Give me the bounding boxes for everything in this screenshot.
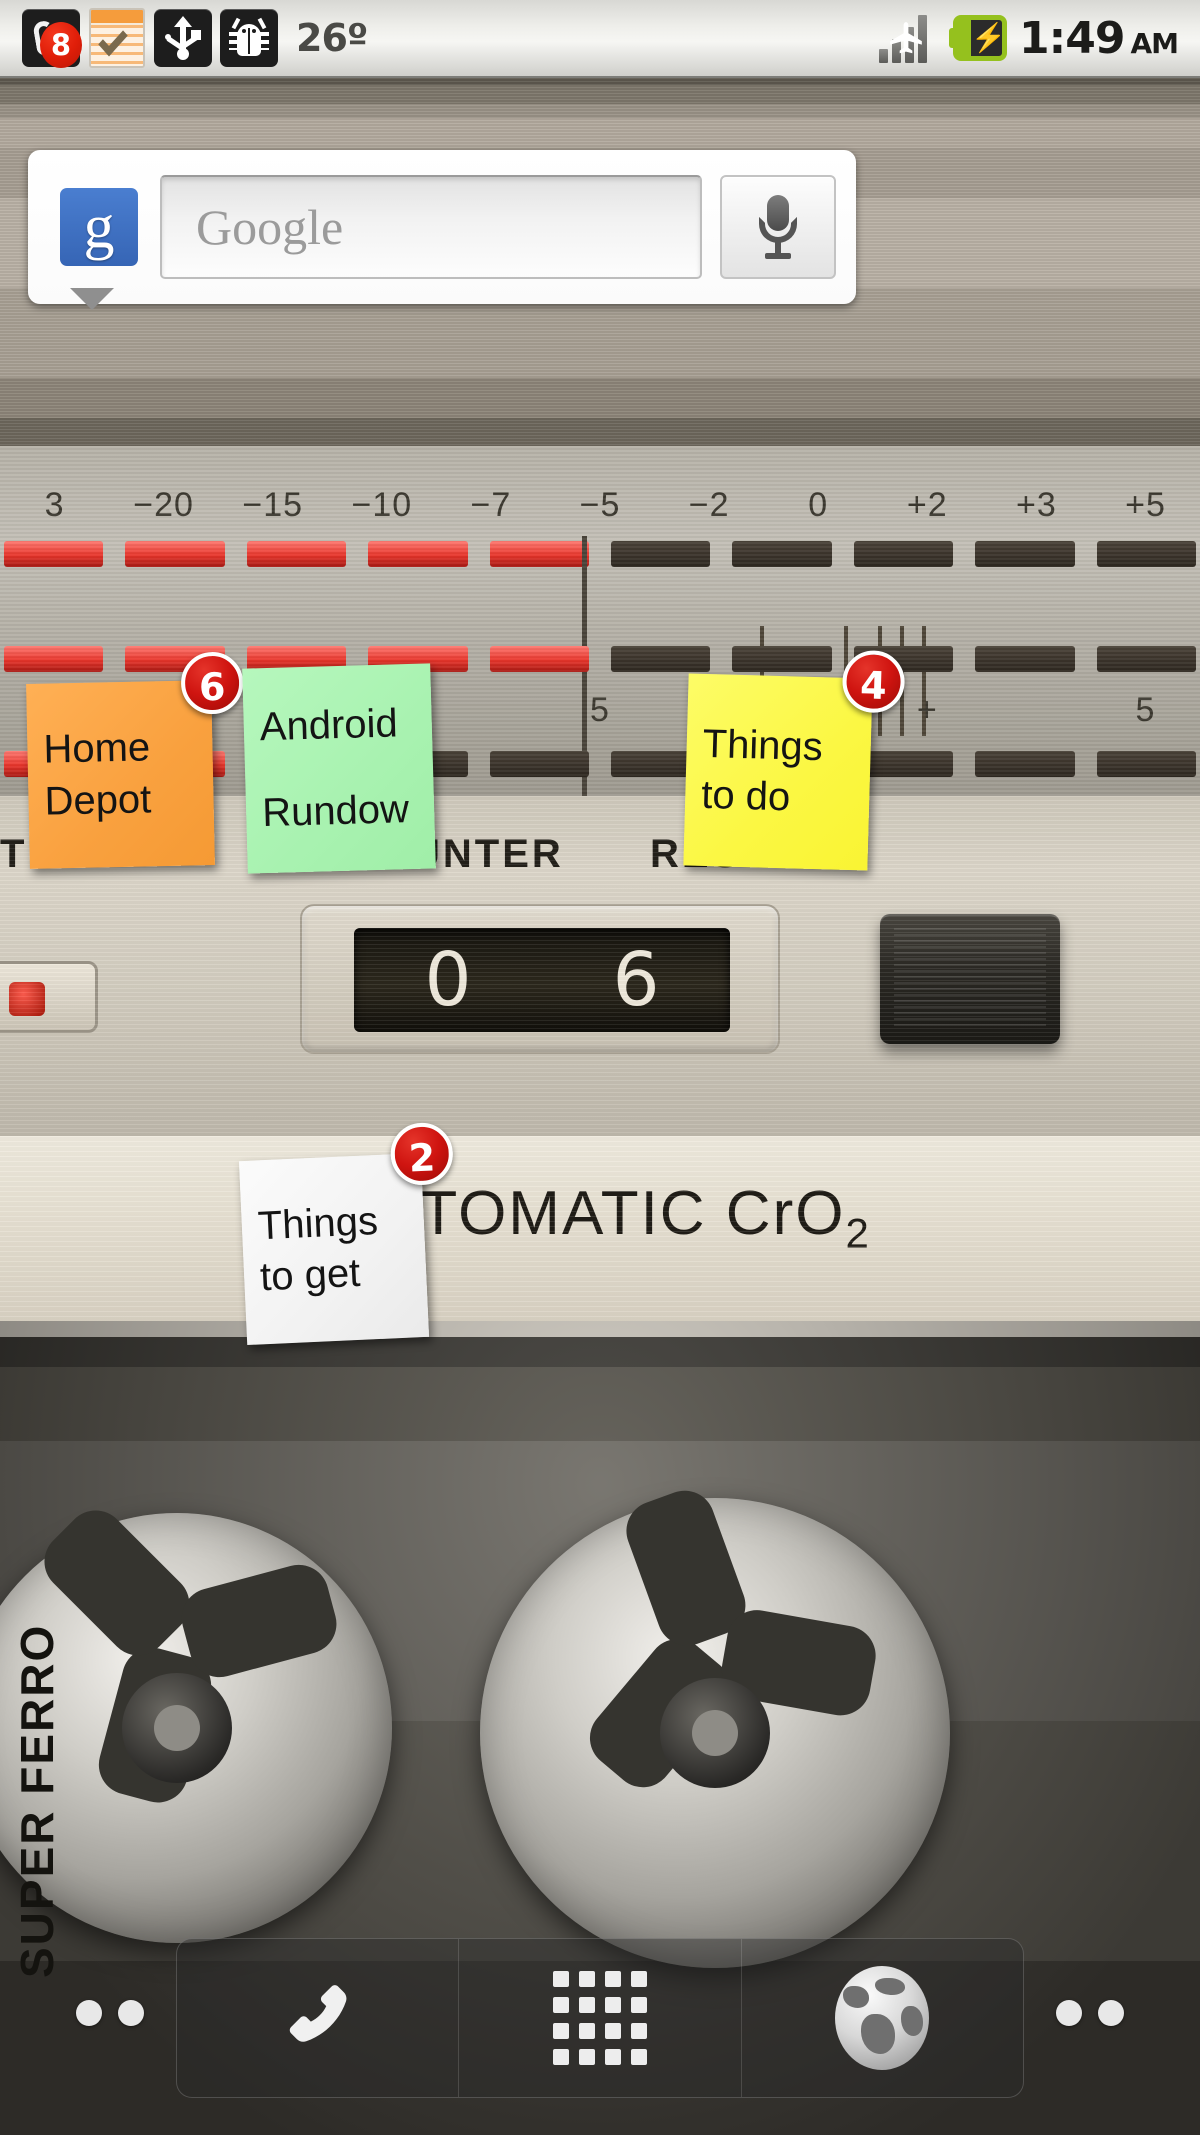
browser-globe-icon — [835, 1966, 930, 2070]
vu-tick: −2 — [688, 486, 730, 524]
home-screen-dock — [176, 1938, 1024, 2098]
counter-digit: 0 — [424, 937, 472, 1023]
vu-tick — [436, 691, 545, 730]
note-line: to do — [700, 772, 791, 820]
vu-tick: −5 — [579, 486, 621, 524]
vu-tick: +2 — [906, 486, 948, 524]
sticky-note-things-to-do[interactable]: Things to do 4 — [683, 649, 906, 871]
search-input[interactable]: Google — [160, 175, 702, 279]
dock-item-phone[interactable] — [177, 1939, 460, 2097]
sticky-note-home-depot[interactable]: Home Depot 6 — [26, 651, 244, 869]
tape-counter-window: 0 6 — [354, 928, 730, 1032]
voice-search-button[interactable] — [720, 175, 836, 279]
notification-count-badge: 8 — [40, 22, 82, 68]
note-line: Things — [702, 721, 824, 770]
vu-tick: −10 — [351, 486, 413, 524]
reset-button-graphic — [880, 914, 1060, 1044]
sticky-note-android-rundown[interactable]: Android Rundow — [242, 663, 436, 874]
note-line: Things — [256, 1198, 379, 1249]
airplane-signal-icon — [875, 9, 937, 67]
note-line: Home — [43, 725, 151, 772]
vu-tick: −15 — [242, 486, 304, 524]
status-bar[interactable]: 8 26º ⚡ 1:49 AM — [0, 0, 1200, 78]
vu-tick: 5 — [1135, 691, 1156, 729]
usb-icon[interactable] — [154, 9, 212, 67]
phone-icon — [275, 1975, 361, 2061]
tape-counter: 0 6 — [300, 904, 780, 1054]
vu-tick: 0 — [808, 486, 829, 524]
clock-ampm: AM — [1130, 26, 1179, 60]
note-line: Android — [259, 701, 399, 750]
vu-led-row — [0, 646, 1200, 676]
dock-item-browser[interactable] — [742, 1939, 1023, 2097]
google-logo-icon[interactable]: g — [60, 188, 138, 266]
vu-led-row — [0, 541, 1200, 571]
wallpaper-tape-type-strip: AUTOMATIC CrO2 — [0, 1136, 1200, 1321]
page-indicator-right[interactable] — [1056, 2000, 1124, 2026]
page-indicator-left[interactable] — [76, 2000, 144, 2026]
google-search-widget[interactable]: g Google — [28, 150, 856, 304]
vu-tick: 3 — [44, 486, 65, 524]
note-line: to get — [259, 1250, 362, 1300]
airplane-icon — [887, 16, 925, 60]
note-line: Rundow — [261, 786, 410, 835]
status-bar-left-group: 8 26º — [0, 8, 368, 68]
wallpaper-brand-text: SUPER FERRO — [11, 1623, 63, 1978]
vu-tick — [982, 691, 1091, 730]
tape-type-subscript: 2 — [845, 1209, 871, 1257]
tape-type-label: AUTOMATIC CrO2 — [0, 1178, 1200, 1257]
vu-tick: −20 — [133, 486, 194, 524]
checklist-notepad-icon[interactable] — [88, 8, 146, 68]
vu-tick: +3 — [1016, 486, 1057, 524]
vu-tick: 5 — [590, 691, 610, 729]
vu-scale-row-top: 3 −20 −15 −10 −7 −5 −2 0 +2 +3 +5 — [0, 486, 1200, 525]
status-bar-right-group: ⚡ 1:49 AM — [875, 9, 1200, 67]
microphone-icon — [758, 195, 798, 259]
status-bar-clock: 1:49 AM — [1019, 12, 1179, 64]
note-line: Depot — [44, 776, 152, 824]
app-drawer-icon — [552, 1971, 647, 2065]
missed-call-icon[interactable]: 8 — [22, 9, 82, 68]
tape-reel-right — [480, 1482, 950, 1968]
android-debug-bug-icon[interactable] — [220, 9, 278, 67]
vu-tick: +5 — [1125, 486, 1166, 524]
clock-time: 1:49 — [1019, 12, 1125, 64]
battery-indicator-lamp — [0, 961, 98, 1033]
temperature-readout: 26º — [296, 16, 368, 60]
vu-divider — [582, 536, 587, 801]
counter-digit: 6 — [612, 937, 660, 1023]
sticky-note-things-to-get[interactable]: Things to get 2 — [238, 1121, 455, 1346]
vu-tick: −7 — [470, 486, 512, 524]
home-screen-wallpaper: 3 −20 −15 −10 −7 −5 −2 0 +2 +3 +5 5 + 5 … — [0, 78, 1200, 2135]
dock-item-app-drawer[interactable] — [459, 1939, 742, 2097]
chevron-down-icon[interactable] — [70, 288, 114, 310]
battery-charging-icon: ⚡ — [949, 15, 1007, 61]
